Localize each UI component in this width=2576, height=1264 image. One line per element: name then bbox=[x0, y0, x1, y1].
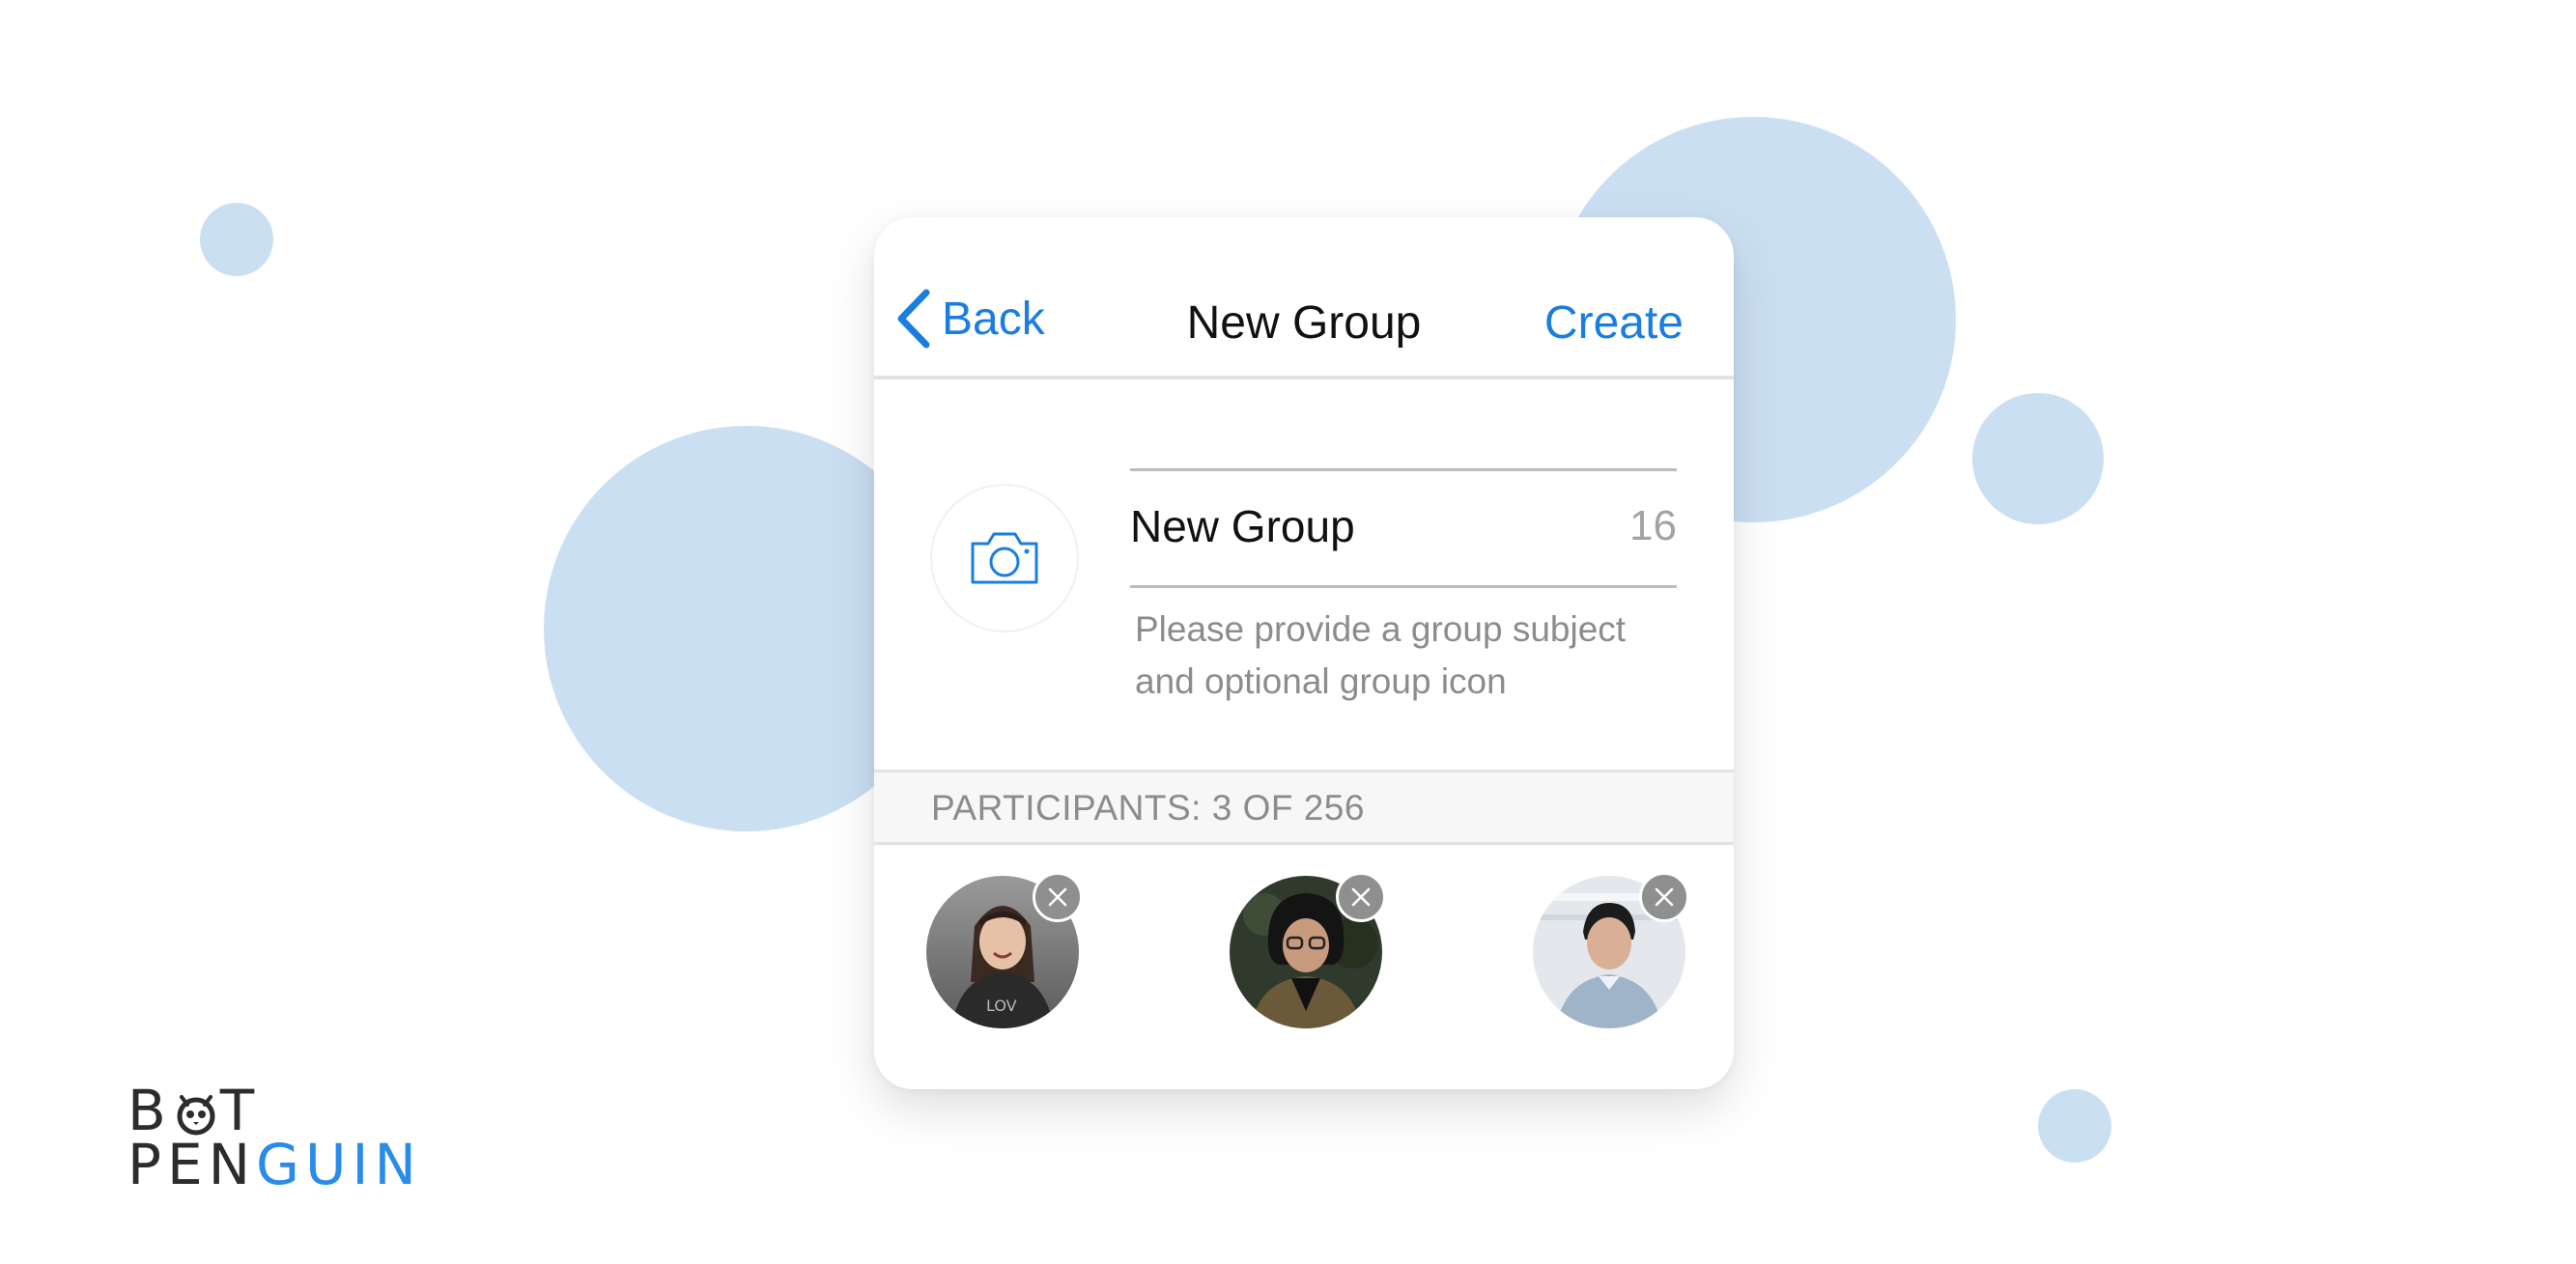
create-button[interactable]: Create bbox=[1544, 296, 1684, 350]
helper-text: Please provide a group subject and optio… bbox=[1135, 609, 1627, 701]
character-count: 16 bbox=[1629, 502, 1677, 549]
penguin-icon bbox=[177, 1095, 215, 1136]
group-info-section: New Group 16 Please provide a group subj… bbox=[874, 379, 1734, 770]
svg-text:LOV: LOV bbox=[986, 997, 1017, 1015]
page-background: Back New Group Create New Group 16 Pleas… bbox=[0, 0, 2576, 1264]
new-group-card: Back New Group Create New Group 16 Pleas… bbox=[874, 217, 1734, 1089]
decorative-bubble bbox=[200, 203, 273, 276]
decorative-bubble bbox=[2038, 1089, 2111, 1163]
logo-letters-accent: GUIN bbox=[256, 1132, 422, 1197]
close-icon bbox=[1351, 887, 1371, 907]
participants-header: PARTICIPANTS: 3 OF 256 bbox=[874, 770, 1734, 845]
group-subject-field[interactable]: New Group 16 bbox=[1130, 468, 1677, 588]
navigation-bar: Back New Group Create bbox=[874, 217, 1734, 379]
close-icon bbox=[1048, 887, 1067, 907]
logo-letters-dark: PEN bbox=[127, 1132, 257, 1197]
remove-participant-button[interactable] bbox=[1033, 872, 1083, 922]
participant-item[interactable] bbox=[1533, 872, 1689, 1028]
group-photo-button[interactable] bbox=[930, 484, 1079, 632]
group-subject-input[interactable]: New Group bbox=[1130, 500, 1355, 552]
botpenguin-logo: B T PENGUIN bbox=[127, 1082, 422, 1193]
remove-participant-button[interactable] bbox=[1639, 872, 1689, 922]
decorative-bubble bbox=[1972, 393, 2104, 524]
remove-participant-button[interactable] bbox=[1336, 872, 1386, 922]
logo-line-2: PENGUIN bbox=[127, 1137, 422, 1193]
participant-item[interactable] bbox=[1230, 872, 1386, 1028]
participants-count-label: PARTICIPANTS: 3 OF 256 bbox=[931, 788, 1365, 828]
participant-item[interactable]: LOV bbox=[926, 872, 1083, 1028]
close-icon bbox=[1655, 887, 1674, 907]
logo-line-1: B T bbox=[127, 1082, 422, 1138]
camera-icon bbox=[971, 532, 1038, 584]
